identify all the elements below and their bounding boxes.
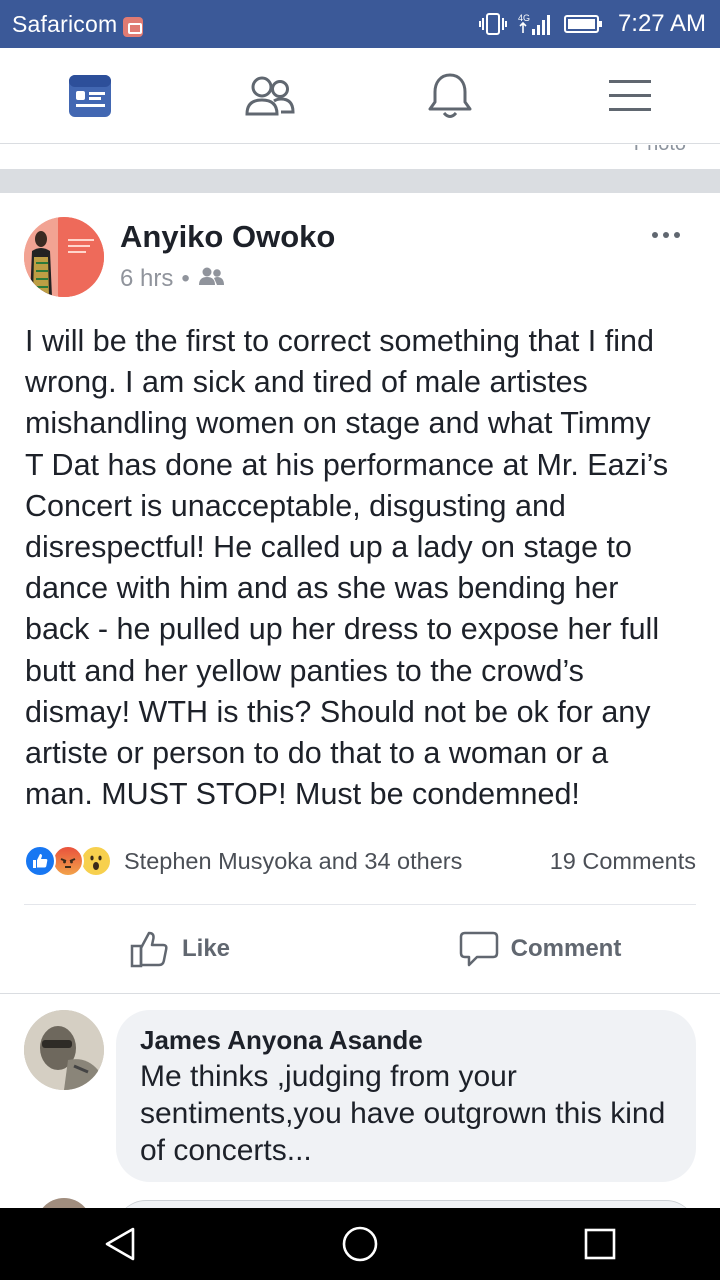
tab-notifications[interactable] — [405, 61, 495, 131]
commenter-avatar[interactable] — [24, 1010, 104, 1090]
author-avatar[interactable] — [24, 217, 104, 297]
meta-separator: • — [181, 265, 190, 292]
news-feed-icon — [69, 74, 111, 117]
back-icon — [105, 1227, 135, 1261]
clock: 7:27 AM — [617, 10, 706, 37]
post-author[interactable]: Anyiko Owoko — [120, 219, 335, 255]
network-type-label: 4G — [518, 13, 530, 23]
previous-post-fragment: Photo — [634, 145, 686, 156]
comments-separator — [0, 993, 720, 994]
message-notification-icon — [123, 17, 144, 37]
post-meta: 6 hrs • — [120, 265, 224, 293]
post-time[interactable]: 6 hrs — [120, 265, 173, 293]
system-back-button[interactable] — [80, 1212, 160, 1276]
friends-audience-icon — [198, 265, 224, 293]
tab-news-feed[interactable] — [45, 61, 135, 131]
comment-button[interactable]: Comment — [360, 905, 720, 993]
tab-friends[interactable] — [225, 61, 315, 131]
angry-reaction-icon — [52, 845, 84, 877]
post-options-button[interactable] — [640, 223, 692, 247]
avatar-photo — [24, 217, 104, 297]
status-bar: Safaricom 4G 7:27 AM — [0, 0, 720, 48]
carrier-name: Safaricom — [12, 10, 118, 37]
more-dot — [674, 232, 680, 238]
more-dots-icon — [652, 232, 658, 238]
like-button[interactable]: Like — [0, 905, 360, 993]
system-recents-button[interactable] — [560, 1212, 640, 1276]
comment-bubble[interactable]: James Anyona Asande Me thinks ,judging f… — [116, 1010, 696, 1182]
system-navigation-bar — [0, 1208, 720, 1280]
menu-icon — [609, 79, 651, 111]
wow-reaction-icon — [80, 845, 112, 877]
reactions-summary[interactable]: Stephen Musyoka and 34 others 19 Comment… — [24, 841, 696, 881]
post-card: Anyiko Owoko 6 hrs • I will be the first… — [0, 193, 720, 993]
tab-menu[interactable] — [585, 61, 675, 131]
like-reaction-icon — [24, 845, 56, 877]
comment-icon — [459, 931, 498, 967]
signal-icon: 4G — [518, 12, 554, 36]
feed-separator — [0, 169, 720, 193]
comment-label: Comment — [510, 935, 622, 962]
battery-icon — [563, 13, 604, 35]
post-actions: Like Comment — [0, 905, 720, 993]
comment-text: Me thinks ,judging from your sentiments,… — [140, 1060, 666, 1167]
previous-post-remnant: Photo — [0, 145, 720, 169]
system-home-button[interactable] — [320, 1212, 400, 1276]
top-navigation — [0, 48, 720, 144]
recents-icon — [584, 1228, 616, 1260]
commenter-name[interactable]: James Anyona Asande — [140, 1024, 672, 1056]
reactors-text[interactable]: Stephen Musyoka and 34 others — [124, 848, 462, 875]
vibrate-icon — [478, 13, 508, 35]
comments-count[interactable]: 19 Comments — [550, 848, 696, 875]
thumbs-up-icon — [130, 931, 168, 968]
post-body: I will be the first to correct something… — [25, 324, 669, 812]
notifications-icon — [428, 73, 472, 118]
status-icons: 4G 7:27 AM — [478, 10, 706, 38]
home-icon — [342, 1226, 378, 1262]
friends-icon — [245, 76, 295, 115]
like-label: Like — [181, 935, 231, 962]
commenter-photo — [24, 1010, 104, 1090]
more-dot — [663, 232, 669, 238]
